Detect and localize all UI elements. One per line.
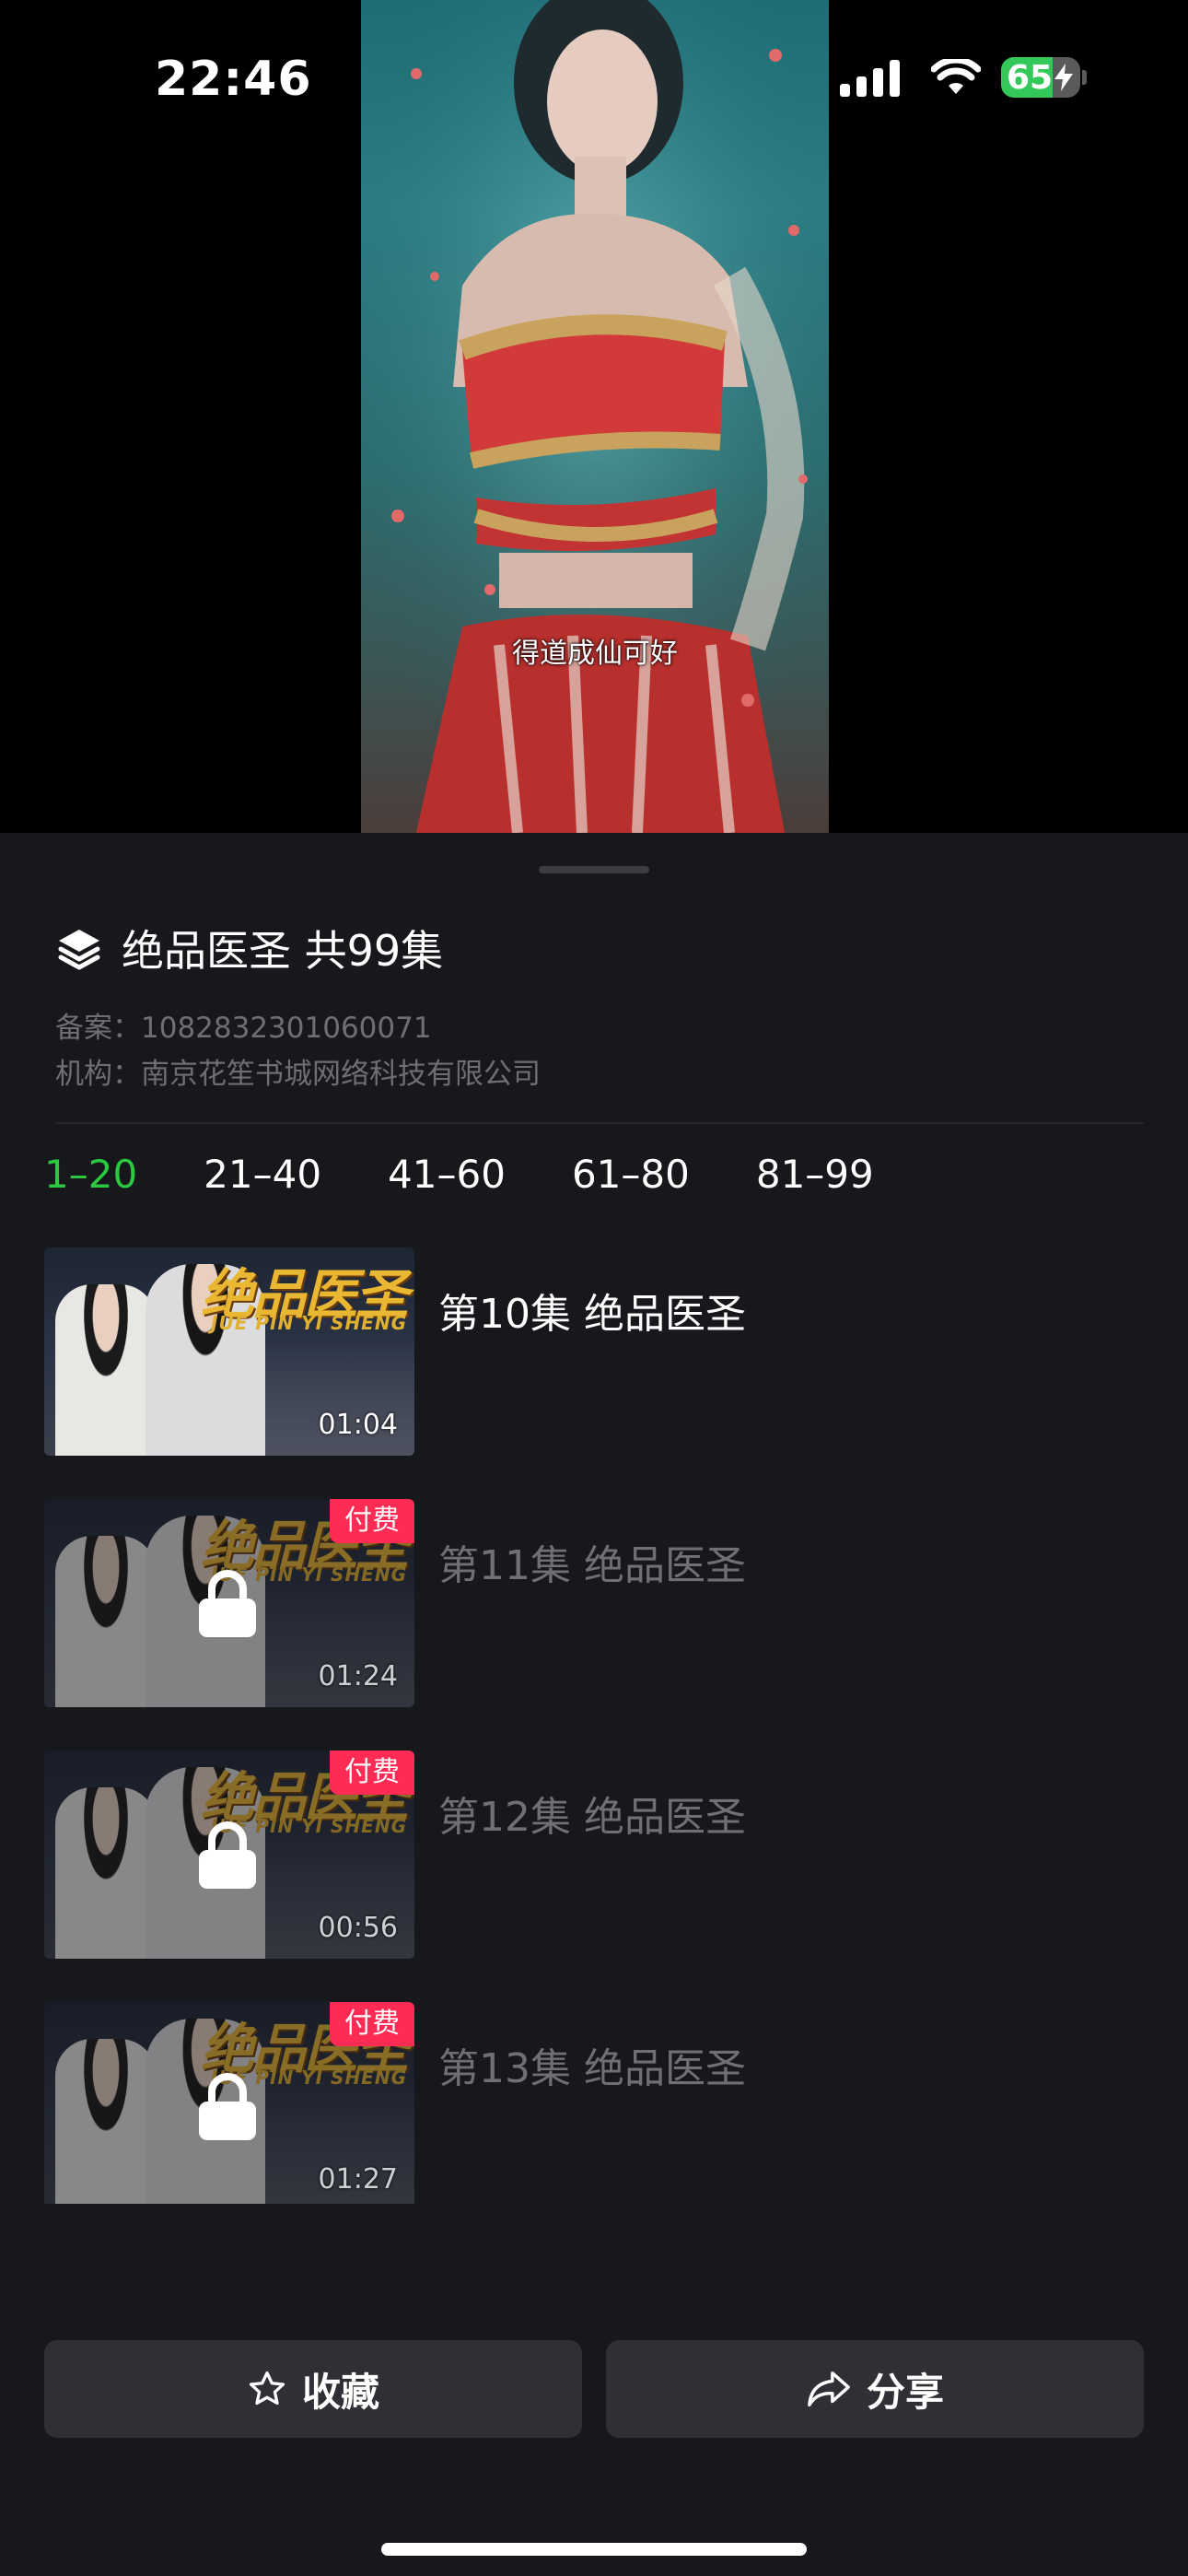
lock-icon bbox=[199, 1570, 256, 1637]
video-subtitle: 得道成仙可好 bbox=[512, 638, 678, 670]
episode-duration: 00:56 bbox=[318, 1912, 398, 1944]
episode-thumbnail: 绝品医圣 JUE PIN YI SHENG 00:56 付费 bbox=[44, 1751, 414, 1959]
series-header: 绝品医圣 共99集 bbox=[55, 918, 443, 978]
series-title: 绝品医圣 共99集 bbox=[122, 926, 444, 976]
status-time: 22:46 bbox=[155, 52, 312, 107]
lock-icon bbox=[199, 1821, 256, 1889]
collect-button[interactable]: 收藏 bbox=[44, 2340, 582, 2438]
signal-icon bbox=[840, 58, 900, 97]
battery-level: 65 bbox=[1007, 59, 1054, 97]
episode-list[interactable]: 绝品医圣 JUE PIN YI SHENG 01:04 第10集 绝品医圣 绝品医圣 JU… bbox=[44, 1247, 1149, 2204]
episode-thumbnail: 绝品医圣 JUE PIN YI SHENG 01:04 bbox=[44, 1247, 414, 1456]
video-player[interactable]: 得道成仙可好 bbox=[361, 0, 829, 833]
thumbnail-actress bbox=[55, 1284, 157, 1456]
lock-icon bbox=[199, 2073, 256, 2140]
episode-sheet: 绝品医圣 共99集 备案：1082832301060071 机构：南京花笙书城网… bbox=[0, 833, 1188, 2576]
episode-duration: 01:27 bbox=[318, 2163, 398, 2195]
episode-row[interactable]: 绝品医圣 JUE PIN YI SHENG 01:27 付费 第13集 绝品医圣 bbox=[44, 2002, 1149, 2204]
thumbnail-logo-sub: JUE PIN YI SHENG bbox=[211, 1312, 407, 1334]
status-icons: 65 bbox=[840, 57, 1087, 98]
episode-thumbnail: 绝品医圣 JUE PIN YI SHENG 01:24 付费 bbox=[44, 1499, 414, 1707]
battery-cap bbox=[1082, 70, 1087, 85]
charging-bolt-icon bbox=[1054, 64, 1073, 91]
battery-icon: 65 bbox=[1001, 57, 1080, 98]
layers-icon bbox=[58, 930, 100, 970]
drag-handle[interactable] bbox=[539, 866, 649, 873]
share-button[interactable]: 分享 bbox=[606, 2340, 1144, 2438]
episode-row[interactable]: 绝品医圣 JUE PIN YI SHENG 01:04 第10集 绝品医圣 bbox=[44, 1247, 1149, 1456]
filing-number: 备案：1082832301060071 bbox=[55, 1012, 432, 1045]
star-icon bbox=[249, 2371, 285, 2406]
episode-row[interactable]: 绝品医圣 JUE PIN YI SHENG 00:56 付费 第12集 绝品医圣 bbox=[44, 1751, 1149, 1959]
episode-duration: 01:04 bbox=[318, 1409, 398, 1441]
range-tab-21-40[interactable]: 21–40 bbox=[204, 1152, 321, 1197]
share-label: 分享 bbox=[866, 2369, 944, 2415]
episode-range-tabs: 1–20 21–40 41–60 61–80 81–99 bbox=[44, 1152, 940, 1197]
range-tab-81-99[interactable]: 81–99 bbox=[756, 1152, 874, 1197]
share-icon bbox=[808, 2371, 850, 2407]
episode-title: 第11集 绝品医圣 bbox=[438, 1542, 746, 1589]
range-tab-41-60[interactable]: 41–60 bbox=[388, 1152, 506, 1197]
divider bbox=[55, 1122, 1144, 1124]
episode-thumbnail: 绝品医圣 JUE PIN YI SHENG 01:27 付费 bbox=[44, 2002, 414, 2204]
episode-row[interactable]: 绝品医圣 JUE PIN YI SHENG 01:24 付费 第11集 绝品医圣 bbox=[44, 1499, 1149, 1707]
video-frame-image bbox=[361, 0, 829, 833]
range-tab-1-20[interactable]: 1–20 bbox=[44, 1152, 137, 1197]
home-indicator[interactable] bbox=[381, 2543, 807, 2556]
episode-title: 第10集 绝品医圣 bbox=[438, 1291, 746, 1338]
paid-badge: 付费 bbox=[330, 1751, 414, 1795]
episode-duration: 01:24 bbox=[318, 1660, 398, 1692]
range-tab-61-80[interactable]: 61–80 bbox=[572, 1152, 690, 1197]
organization: 机构：南京花笙书城网络科技有限公司 bbox=[55, 1058, 541, 1091]
episode-title: 第12集 绝品医圣 bbox=[438, 1794, 746, 1841]
paid-badge: 付费 bbox=[330, 1499, 414, 1543]
wifi-icon bbox=[931, 59, 981, 94]
paid-badge: 付费 bbox=[330, 2002, 414, 2046]
episode-title: 第13集 绝品医圣 bbox=[438, 2045, 746, 2092]
collect-label: 收藏 bbox=[301, 2369, 379, 2415]
